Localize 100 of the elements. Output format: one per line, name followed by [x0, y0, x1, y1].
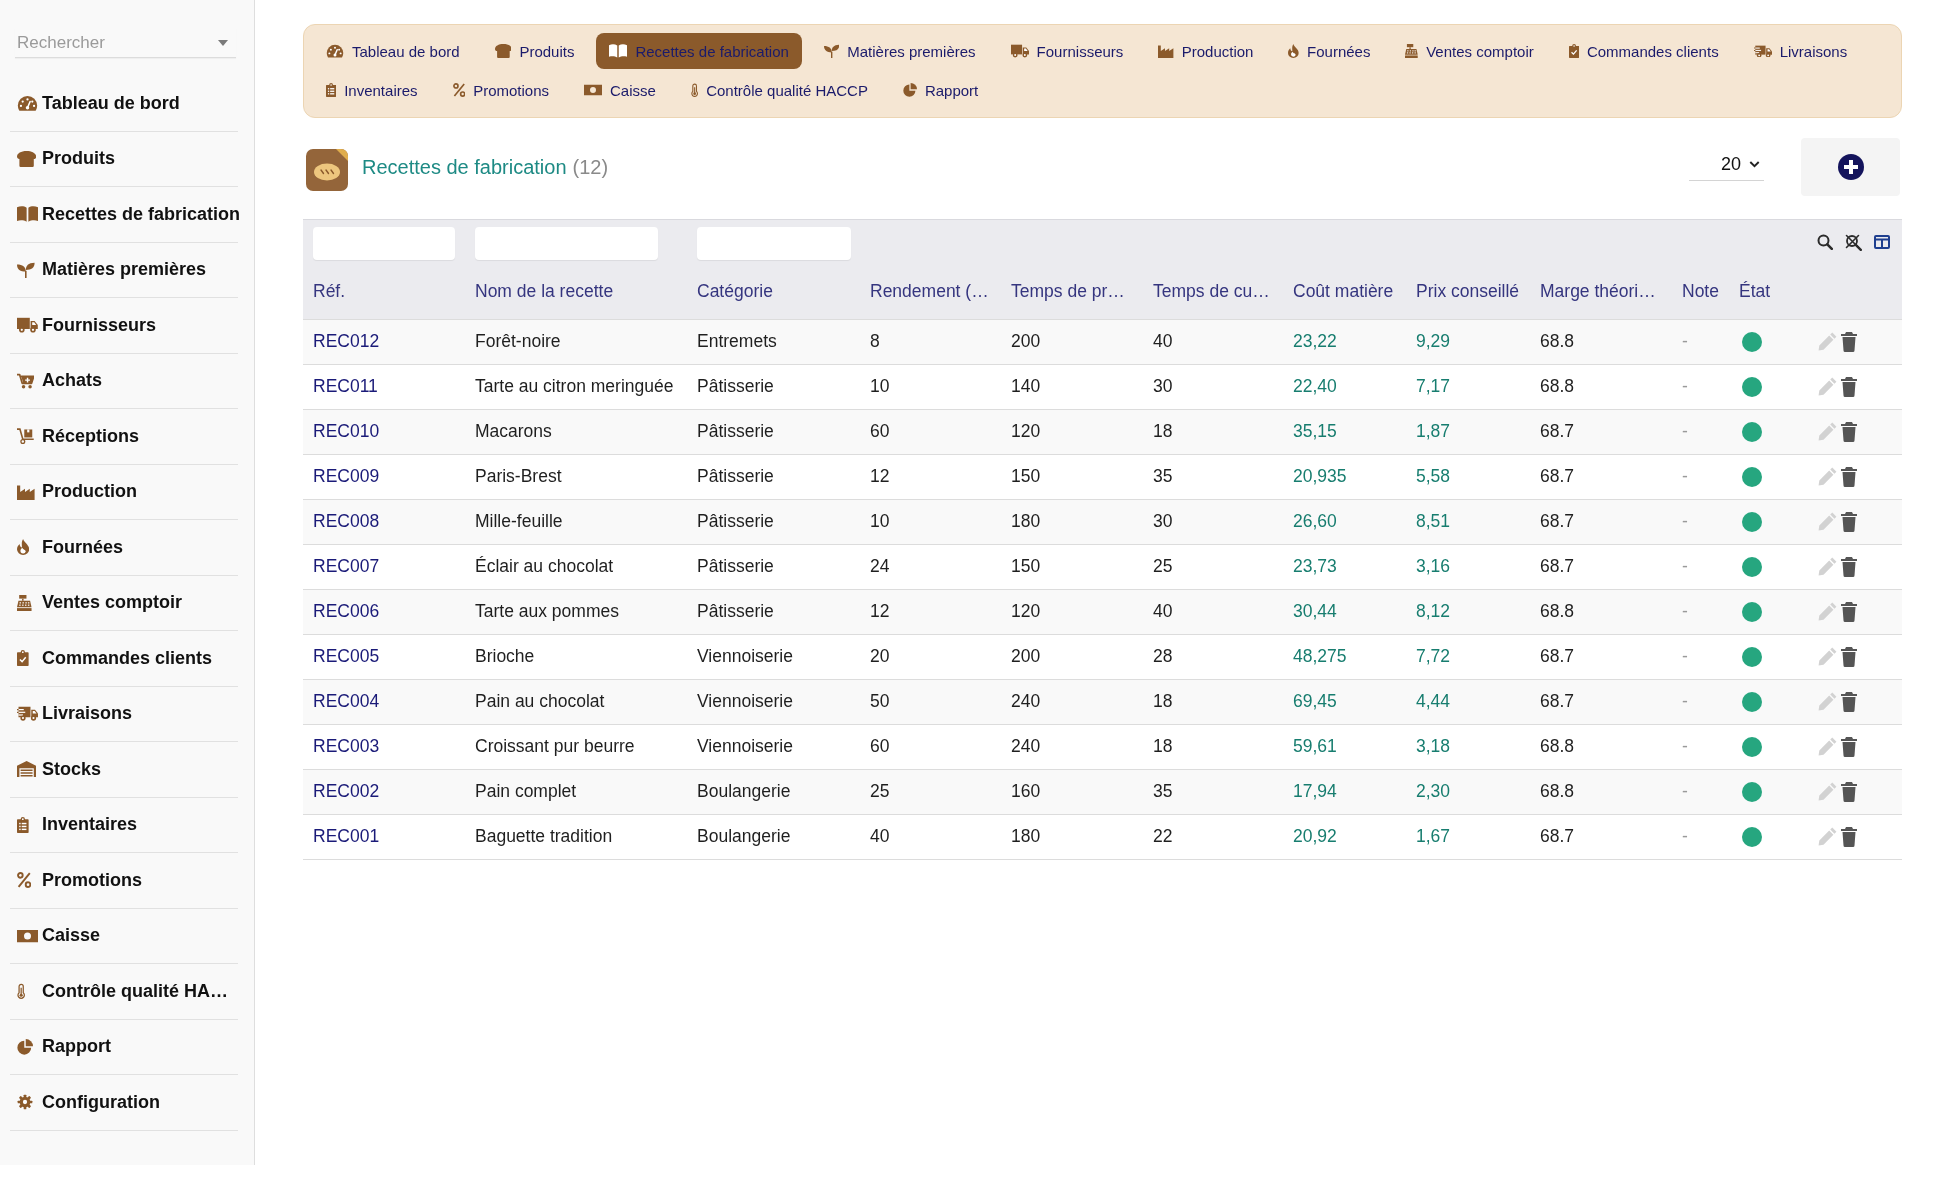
table-cell: 69,45 — [1283, 679, 1406, 724]
table-cell: 150 — [1001, 544, 1143, 589]
hand-truck-icon — [17, 428, 35, 445]
trash-icon[interactable] — [1841, 511, 1857, 532]
column-header[interactable]: État — [1729, 264, 1808, 319]
search-field[interactable]: Rechercher — [15, 28, 236, 58]
column-header[interactable]: Note — [1672, 264, 1729, 319]
column-header[interactable]: Temps de cu… — [1143, 264, 1283, 319]
column-header[interactable]: Temps de pr… — [1001, 264, 1143, 319]
record-link[interactable]: REC011 — [313, 376, 378, 396]
sidebar-item[interactable]: Caisse — [10, 908, 238, 964]
record-link[interactable]: REC006 — [313, 601, 380, 621]
trash-icon[interactable] — [1841, 331, 1857, 352]
sidebar-item[interactable]: Configuration — [10, 1075, 238, 1131]
record-link[interactable]: REC001 — [313, 826, 380, 846]
record-link[interactable]: REC003 — [313, 736, 380, 756]
cart-icon — [17, 372, 35, 389]
tab[interactable]: Produits — [481, 33, 588, 69]
column-header[interactable]: Nom de la recette — [465, 264, 687, 319]
tab[interactable]: Tableau de bord — [313, 33, 473, 69]
sidebar-item[interactable]: Promotions — [10, 853, 238, 909]
add-button[interactable] — [1801, 138, 1900, 196]
clipboard-list-icon — [17, 816, 29, 833]
column-header[interactable]: Réf. — [303, 264, 465, 319]
trash-icon[interactable] — [1841, 466, 1857, 487]
trash-icon[interactable] — [1841, 691, 1857, 712]
sidebar-item[interactable]: Réceptions — [10, 409, 238, 465]
page-size-select[interactable]: 20 — [1689, 149, 1764, 181]
sidebar-item[interactable]: Contrôle qualité HA… — [10, 964, 238, 1020]
factory-icon — [1158, 44, 1174, 58]
sidebar-item[interactable]: Fournisseurs — [10, 298, 238, 354]
record-link[interactable]: REC004 — [313, 691, 380, 711]
table-cell: - — [1672, 544, 1729, 589]
sidebar-item[interactable]: Commandes clients — [10, 631, 238, 687]
sidebar-item[interactable]: Tableau de bord — [10, 76, 238, 132]
column-header[interactable]: Catégorie — [687, 264, 860, 319]
sidebar-item[interactable]: Produits — [10, 131, 238, 187]
tab[interactable]: Contrôle qualité HACCP — [677, 72, 881, 108]
fast-truck-icon — [1753, 44, 1772, 58]
column-header[interactable]: Coût matière — [1283, 264, 1406, 319]
tab[interactable]: Inventaires — [313, 72, 431, 108]
sidebar-item[interactable]: Stocks — [10, 742, 238, 798]
table-cell: 240 — [1001, 724, 1143, 769]
tab[interactable]: Rapport — [889, 72, 992, 108]
sidebar-item[interactable]: Rapport — [10, 1019, 238, 1075]
gauge-icon — [17, 95, 38, 112]
sidebar-item[interactable]: Production — [10, 464, 238, 520]
trash-icon[interactable] — [1841, 826, 1857, 847]
column-header[interactable]: Prix conseillé — [1406, 264, 1530, 319]
table-cell: 68.8 — [1530, 724, 1672, 769]
table-cell: Croissant pur beurre — [465, 724, 687, 769]
tab[interactable]: Fournées — [1275, 33, 1384, 69]
trash-icon[interactable] — [1841, 376, 1857, 397]
table-cell: Pain au chocolat — [465, 679, 687, 724]
flame-icon — [17, 539, 30, 556]
tab[interactable]: Ventes comptoir — [1392, 33, 1547, 69]
columns-icon[interactable] — [1874, 235, 1890, 250]
tab[interactable]: Production — [1145, 33, 1267, 69]
sidebar-item[interactable]: Livraisons — [10, 686, 238, 742]
table-cell: 120 — [1001, 589, 1143, 634]
filter-field[interactable] — [697, 227, 851, 260]
sidebar-item[interactable]: Inventaires — [10, 797, 238, 853]
tab[interactable]: Caisse — [571, 72, 669, 108]
clipboard-check-icon — [17, 650, 29, 667]
record-link[interactable]: REC005 — [313, 646, 380, 666]
tab[interactable]: Promotions — [439, 72, 562, 108]
column-header[interactable]: Rendement (… — [860, 264, 1001, 319]
record-link[interactable]: REC012 — [313, 331, 380, 351]
trash-icon[interactable] — [1841, 736, 1857, 757]
column-header[interactable]: Marge théori… — [1530, 264, 1672, 319]
sidebar-item[interactable]: Achats — [10, 353, 238, 409]
trash-icon[interactable] — [1841, 781, 1857, 802]
tab[interactable]: Fournisseurs — [997, 33, 1137, 69]
record-link[interactable]: REC010 — [313, 421, 380, 441]
table-cell: 150 — [1001, 454, 1143, 499]
filter-field[interactable] — [313, 227, 455, 260]
record-link[interactable]: REC007 — [313, 556, 380, 576]
fast-truck-icon — [17, 706, 38, 722]
trash-icon[interactable] — [1841, 601, 1857, 622]
record-link[interactable]: REC002 — [313, 781, 380, 801]
table-cell: 68.7 — [1530, 409, 1672, 454]
record-link[interactable]: REC009 — [313, 466, 380, 486]
filter-field[interactable] — [475, 227, 658, 260]
tab[interactable]: Livraisons — [1740, 33, 1861, 69]
sidebar-item[interactable]: Ventes comptoir — [10, 575, 238, 631]
table-cell: 8,12 — [1406, 589, 1530, 634]
table-cell: 180 — [1001, 814, 1143, 859]
sidebar-item[interactable]: Recettes de fabrication — [10, 187, 238, 243]
sidebar-item[interactable]: Matières premières — [10, 242, 238, 298]
trash-icon[interactable] — [1841, 556, 1857, 577]
trash-icon[interactable] — [1841, 421, 1857, 442]
crossed-search-icon[interactable] — [1845, 233, 1862, 251]
tab[interactable]: Commandes clients — [1555, 33, 1732, 69]
tab[interactable]: Matières premières — [810, 33, 989, 69]
search-icon[interactable] — [1817, 234, 1833, 251]
trash-icon[interactable] — [1841, 646, 1857, 667]
table-cell: 68.7 — [1530, 499, 1672, 544]
sidebar-item[interactable]: Fournées — [10, 520, 238, 576]
table-cell: 59,61 — [1283, 724, 1406, 769]
record-link[interactable]: REC008 — [313, 511, 380, 531]
